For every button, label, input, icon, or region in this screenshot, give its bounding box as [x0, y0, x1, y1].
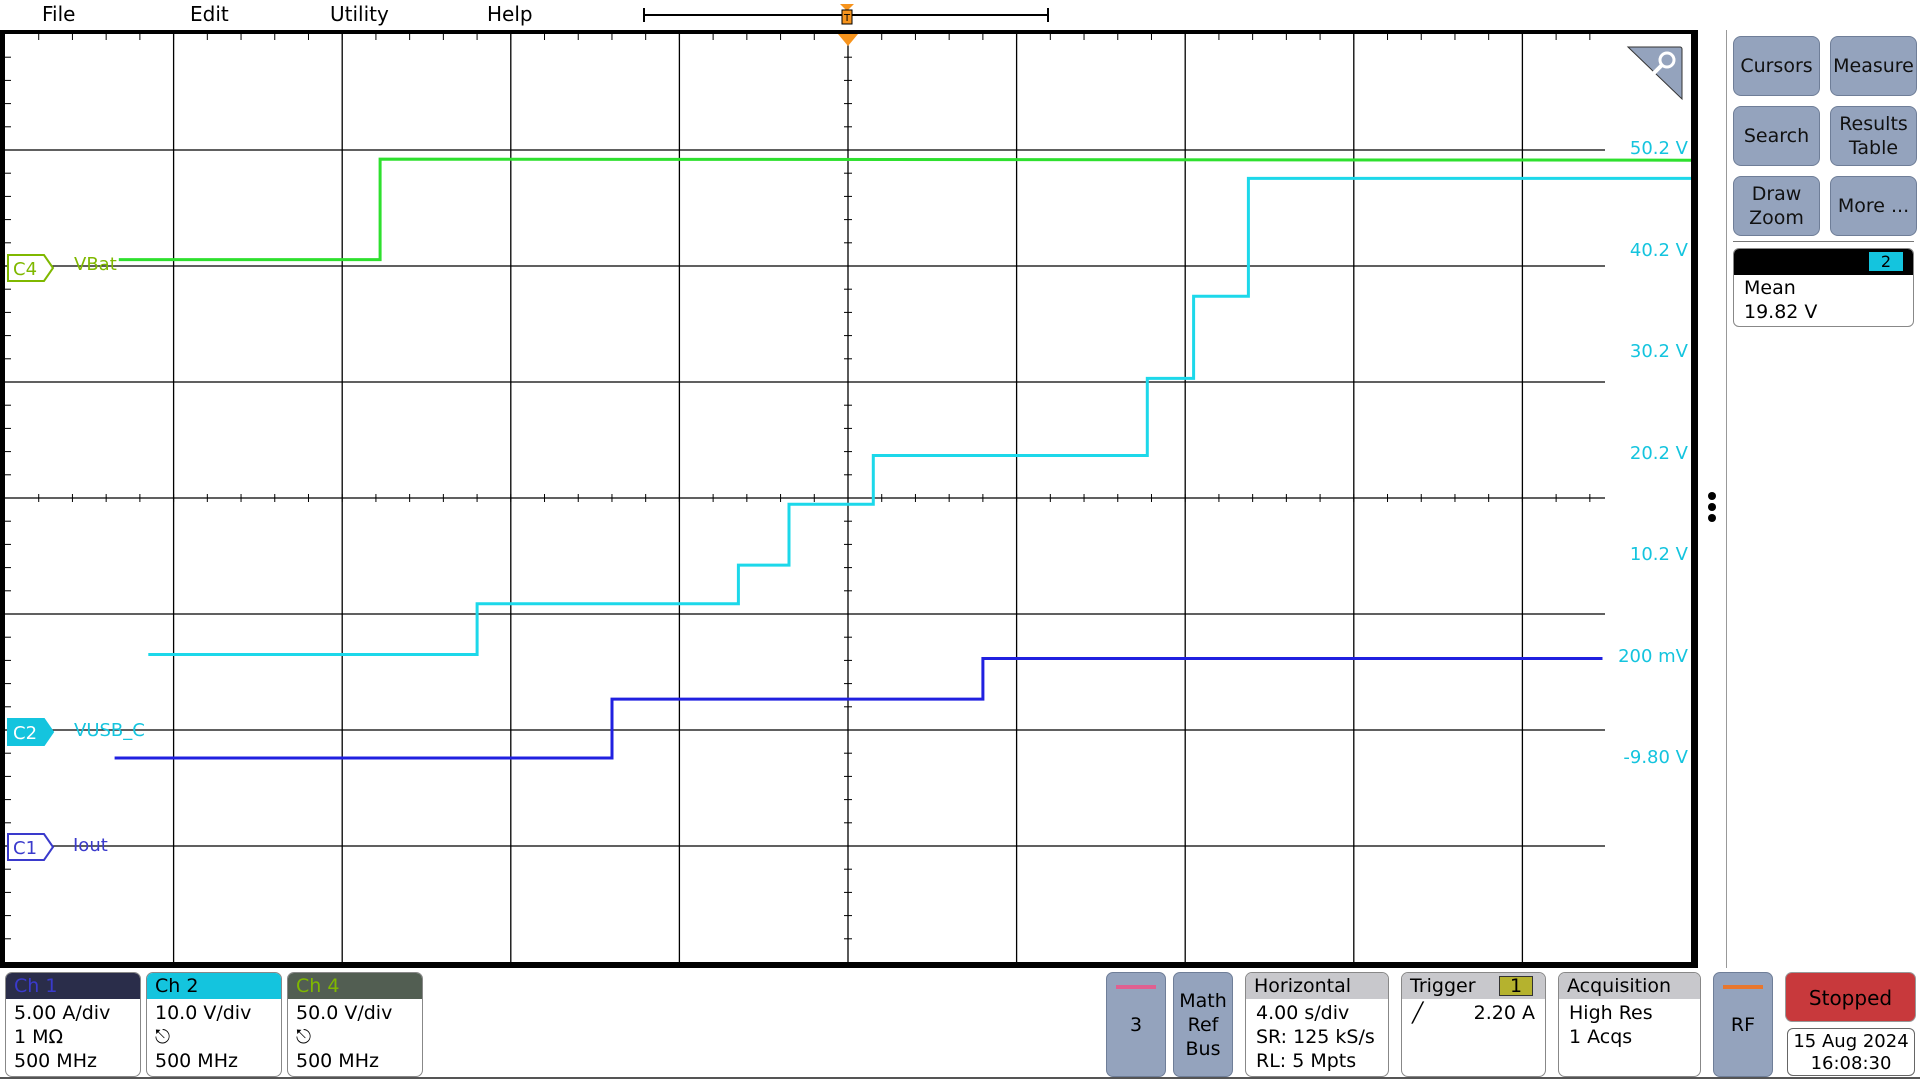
trigger-marker-label: T — [843, 13, 851, 24]
ch2-scale-label: 50.2 V — [1629, 138, 1688, 159]
acquisition-mode: High Res — [1569, 1002, 1653, 1024]
cursors-button[interactable]: Cursors — [1733, 36, 1820, 96]
ch2-scale-label: 200 mV — [1618, 645, 1688, 667]
trigger-position-icon — [838, 34, 858, 46]
ch4-badge[interactable]: Ch 4 50.0 V/div ⎋ 500 MHz — [287, 972, 423, 1077]
ch3-color-bar — [1116, 985, 1156, 989]
ch2-badge[interactable]: Ch 2 10.0 V/div ⎋ 500 MHz — [146, 972, 282, 1077]
trigger-source: 1 — [1499, 976, 1533, 996]
measurement-badge-mean[interactable]: 2 Mean 19.82 V — [1733, 248, 1914, 327]
rf-color-bar — [1723, 985, 1763, 989]
menu-utility[interactable]: Utility — [330, 2, 389, 26]
ch4-title: Ch 4 — [288, 973, 422, 999]
bus-label: Bus — [1185, 1037, 1221, 1060]
horizontal-scale: 4.00 s/div — [1256, 1002, 1350, 1024]
ch4-bandwidth: 500 MHz — [296, 1050, 379, 1072]
ch1-marker[interactable]: C1 — [7, 833, 55, 865]
ch2-tag: C2 — [13, 723, 37, 744]
ref-label: Ref — [1187, 1013, 1219, 1036]
acquisition-title: Acquisition — [1559, 973, 1700, 999]
acquisition-count: 1 Acqs — [1569, 1026, 1633, 1048]
add-channel-3-button[interactable]: 3 — [1106, 972, 1166, 1077]
probe-icon: ⎋ — [296, 1026, 312, 1048]
ch2-scale-label: -9.80 V — [1623, 747, 1688, 768]
measurement-value: 19.82 V — [1744, 301, 1818, 323]
ch1-label: Iout — [73, 835, 108, 856]
date-time: 15 Aug 2024 16:08:30 — [1787, 1028, 1915, 1076]
draw-zoom-button[interactable]: Draw Zoom — [1733, 176, 1820, 236]
menu-edit[interactable]: Edit — [190, 2, 229, 26]
ch2-marker[interactable]: C2 — [7, 718, 55, 750]
date: 15 Aug 2024 — [1793, 1031, 1909, 1052]
trace-vbat — [118, 157, 1691, 262]
rising-edge-icon: ╱ — [1412, 1002, 1424, 1024]
ch1-bandwidth: 500 MHz — [14, 1050, 97, 1072]
horizontal-badge[interactable]: Horizontal 4.00 s/div SR: 125 kS/s RL: 5 M… — [1245, 972, 1389, 1077]
add-channel-label: 3 — [1129, 1013, 1143, 1036]
run-stop-button[interactable]: Stopped — [1785, 972, 1916, 1022]
rf-button[interactable]: RF — [1713, 972, 1773, 1077]
horizontal-title: Horizontal — [1246, 973, 1388, 999]
rf-label: RF — [1730, 1013, 1756, 1036]
ch1-tag: C1 — [13, 838, 37, 859]
sample-rate: SR: 125 kS/s — [1256, 1026, 1375, 1048]
ch1-badge[interactable]: Ch 1 5.00 A/div 1 MΩ 500 MHz — [5, 972, 141, 1077]
measurement-label: Mean — [1744, 277, 1796, 299]
ch2-title: Ch 2 — [147, 973, 281, 999]
graticule[interactable] — [5, 34, 1691, 962]
ch4-label: VBat — [74, 254, 117, 275]
ch2-label: VUSB_C — [74, 720, 145, 741]
results-table-button[interactable]: Results Table — [1830, 106, 1917, 166]
ch2-scale-label: 40.2 V — [1629, 239, 1688, 261]
trigger-level: 2.20 A — [1473, 1002, 1535, 1024]
ch2-scale-label: 30.2 V — [1629, 341, 1688, 362]
ch1-termination: 1 MΩ — [14, 1026, 64, 1048]
ch2-scale: 10.0 V/div — [155, 1002, 252, 1024]
ch1-title: Ch 1 — [6, 973, 140, 999]
math-label: Math — [1179, 989, 1227, 1012]
measurement-source: 2 — [1869, 252, 1903, 271]
math-ref-bus-button[interactable]: Math Ref Bus — [1173, 972, 1233, 1077]
zoom-icon[interactable] — [1625, 44, 1685, 102]
record-length: RL: 5 Mpts — [1256, 1050, 1357, 1072]
ch2-scale-label: 10.2 V — [1629, 544, 1688, 565]
trace-iout — [114, 657, 1603, 760]
waveform-display — [0, 30, 1698, 968]
time: 16:08:30 — [1810, 1053, 1892, 1074]
search-button[interactable]: Search — [1733, 106, 1820, 166]
trigger-badge[interactable]: Trigger 1 ╱ 2.20 A — [1401, 972, 1546, 1077]
ch2-bandwidth: 500 MHz — [155, 1050, 238, 1072]
menu-help[interactable]: Help — [487, 2, 533, 26]
more-button[interactable]: More ... — [1830, 176, 1917, 236]
ch4-scale: 50.0 V/div — [296, 1002, 393, 1024]
panel-resize-handle[interactable] — [1708, 492, 1716, 522]
ch2-scale-label: 20.2 V — [1629, 442, 1688, 464]
divider — [1733, 241, 1914, 242]
record-overview-bar[interactable]: T — [640, 4, 1055, 28]
ch4-tag: C4 — [13, 259, 37, 280]
results-bar — [1726, 30, 1920, 968]
trigger-title: Trigger — [1410, 975, 1476, 997]
menu-file[interactable]: File — [42, 2, 75, 26]
measure-button[interactable]: Measure — [1830, 36, 1917, 96]
probe-icon: ⎋ — [155, 1026, 171, 1048]
acquisition-badge[interactable]: Acquisition High Res 1 Acqs — [1558, 972, 1701, 1077]
ch1-scale: 5.00 A/div — [14, 1002, 111, 1024]
ch4-marker[interactable]: C4 — [7, 254, 55, 286]
bottom-divider — [0, 1077, 1920, 1079]
